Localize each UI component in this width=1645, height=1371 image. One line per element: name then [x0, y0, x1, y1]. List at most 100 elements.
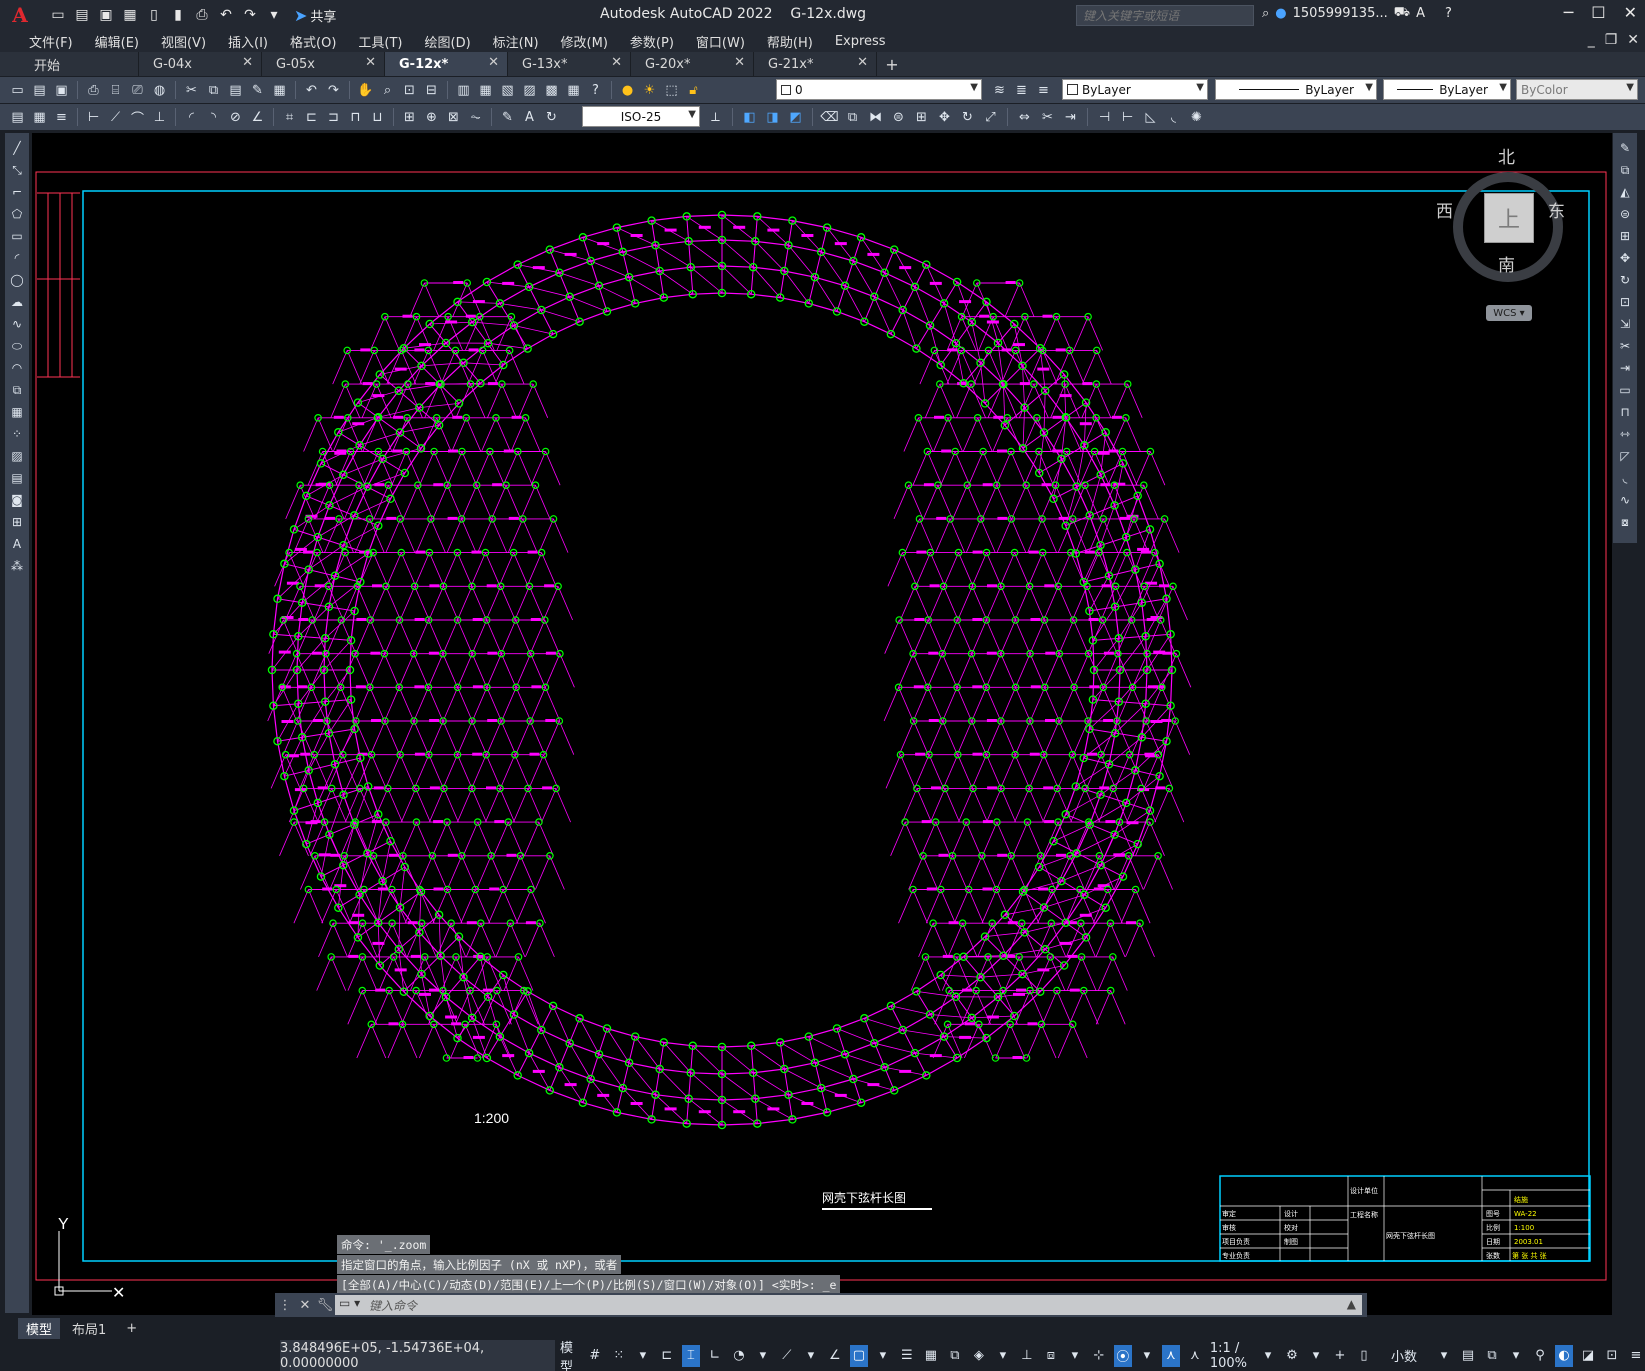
lineweight-dropdown[interactable]: ByLayer ▼ [1383, 79, 1511, 100]
mirror-icon[interactable]: ◭ [1616, 183, 1634, 201]
undo-icon[interactable]: ↶ [302, 81, 321, 100]
radius-dimension-icon[interactable]: ◜ [182, 108, 201, 127]
trim-icon[interactable]: ✂ [1038, 108, 1057, 127]
tab-g-21x[interactable]: G-21x* ✕ [754, 52, 877, 76]
maximize-icon[interactable]: ☐ [1591, 3, 1605, 22]
join-icon[interactable]: ⇿ [1616, 425, 1634, 443]
chamfer-icon[interactable]: ◺ [1141, 108, 1160, 127]
break-icon[interactable]: ⊓ [1616, 403, 1634, 421]
chevron-down-icon[interactable]: ▾ [1259, 1345, 1277, 1367]
menu-file[interactable]: 文件(F) [18, 32, 84, 51]
tolerance-icon[interactable]: ⊞ [400, 108, 419, 127]
add-layout-button[interactable]: + [118, 1320, 145, 1337]
arc-icon[interactable]: ◜ [8, 249, 26, 267]
qnew-icon[interactable]: ▭ [8, 81, 27, 100]
menu-tools[interactable]: 工具(T) [347, 32, 413, 51]
center-mark-icon[interactable]: ⊕ [422, 108, 441, 127]
layer-plot-icon[interactable]: ⬚ [662, 81, 681, 100]
gradient-icon[interactable]: ▤ [8, 469, 26, 487]
annotation-autoscale-icon[interactable]: ⋏ [1161, 1344, 1180, 1367]
save-to-web-icon[interactable]: ▮ [168, 5, 188, 25]
snap-icon[interactable]: ⁙ [610, 1345, 628, 1367]
minimize-icon[interactable]: ─ [1564, 3, 1574, 22]
customization-menu-icon[interactable]: ≡ [1627, 1345, 1645, 1367]
extend-icon[interactable]: ⇥ [1061, 108, 1080, 127]
command-history-arrow-icon[interactable]: ▲ [1347, 1297, 1356, 1311]
lineweight-icon[interactable]: ☰ [898, 1345, 916, 1367]
menu-insert[interactable]: 插入(I) [217, 32, 279, 51]
ellipse-arc-icon[interactable]: ◠ [8, 359, 26, 377]
linear-dimension-icon[interactable]: ⊢ [84, 108, 103, 127]
continue-dimension-icon[interactable]: ⊐ [324, 108, 343, 127]
selection-filter-icon[interactable]: ⧈ [1042, 1345, 1060, 1367]
units-value[interactable]: 小数 [1379, 1345, 1429, 1367]
menu-parametric[interactable]: 参数(P) [619, 32, 685, 51]
close-tab-icon[interactable]: ✕ [242, 55, 253, 70]
layer-previous-icon[interactable]: ≡ [1034, 81, 1053, 100]
ordinate-dimension-icon[interactable]: ⊥ [150, 108, 169, 127]
properties-icon[interactable]: ▥ [454, 81, 473, 100]
chevron-down-icon[interactable]: ▾ [1435, 1345, 1453, 1367]
tab-layout1[interactable]: 布局1 [64, 1318, 114, 1339]
move-icon[interactable]: ✥ [1616, 249, 1634, 267]
dimension-edit-icon[interactable]: ✎ [498, 108, 517, 127]
ortho-icon[interactable]: ∟ [706, 1345, 724, 1367]
quick-dimension-icon[interactable]: ⌗ [280, 108, 299, 127]
jogged-dimension-icon[interactable]: ◝ [204, 108, 223, 127]
model-space-button[interactable]: 模型 [556, 1341, 580, 1371]
app-exchange-icon[interactable]: A [1416, 6, 1425, 21]
offset-icon[interactable]: ⊜ [889, 108, 908, 127]
menu-modify[interactable]: 修改(M) [550, 32, 619, 51]
view-back-icon[interactable]: ◨ [763, 108, 782, 127]
doc-minimize-icon[interactable]: _ [1588, 32, 1595, 48]
annotation-scale-value[interactable]: 1:1 / 100% [1210, 1341, 1253, 1371]
layer-tool-icon-2[interactable]: ▦ [30, 108, 49, 127]
customize-icon[interactable]: 🔧︎ [315, 1298, 335, 1313]
help-icon[interactable]: ? [586, 81, 605, 100]
open-icon[interactable]: ▤ [30, 81, 49, 100]
plot-icon[interactable]: ⎙ [192, 5, 212, 25]
close-tab-icon[interactable]: ✕ [488, 55, 499, 70]
layer-thaw-icon[interactable]: ☀ [640, 81, 659, 100]
dimension-update-icon[interactable]: ↻ [542, 108, 561, 127]
command-prompt-icon[interactable]: ▭ ▾ [339, 1296, 360, 1310]
customize-qa-icon[interactable]: ▾ [264, 5, 284, 25]
scale-icon[interactable]: ⤢ [981, 108, 1000, 127]
table-icon[interactable]: ⊞ [8, 513, 26, 531]
region-icon[interactable]: ◙ [8, 491, 26, 509]
markup-icon[interactable]: ▩ [542, 81, 561, 100]
chevron-down-icon[interactable]: ▾ [1507, 1345, 1525, 1367]
isometric-drafting-icon[interactable]: ⟋ [778, 1345, 796, 1367]
save-as-icon[interactable]: ▦ [120, 5, 140, 25]
coordinate-readout[interactable]: 3.848496E+05, -1.54736E+04, 0.00000000 [280, 1340, 555, 1371]
design-center-icon[interactable]: ▦ [476, 81, 495, 100]
redo-icon[interactable]: ↷ [240, 5, 260, 25]
revision-cloud-icon[interactable]: ☁ [8, 293, 26, 311]
zoom-previous-icon[interactable]: ⊟ [422, 81, 441, 100]
explode-icon[interactable]: ✺ [1187, 108, 1206, 127]
dimension-space-icon[interactable]: ⊓ [346, 108, 365, 127]
rotate-icon[interactable]: ↻ [958, 108, 977, 127]
copy-object-icon[interactable]: ⧉ [843, 108, 862, 127]
object-snap-icon[interactable]: ▢ [849, 1344, 868, 1367]
tab-g-04x[interactable]: G-04x ✕ [139, 52, 262, 76]
fillet-icon[interactable]: ◟ [1164, 108, 1183, 127]
selection-cycling-icon[interactable]: ⧉ [946, 1345, 964, 1367]
array-icon[interactable]: ⊞ [912, 108, 931, 127]
chevron-down-icon[interactable]: ▾ [802, 1345, 820, 1367]
doc-restore-icon[interactable]: ❐ [1605, 32, 1618, 48]
circle-icon[interactable]: ◯ [8, 271, 26, 289]
grip-handle-icon[interactable]: ⋮ [275, 1298, 295, 1313]
graphics-performance-icon[interactable]: ◪ [1579, 1345, 1597, 1367]
user-name[interactable]: 1505999135... [1293, 6, 1388, 21]
3d-osnap-icon[interactable]: ◈ [970, 1345, 988, 1367]
tab-g-12x[interactable]: G-12x* ✕ [385, 52, 508, 76]
menu-edit[interactable]: 编辑(E) [84, 32, 150, 51]
plotstyle-dropdown[interactable]: ByColor ▼ [1516, 79, 1638, 100]
tool-palettes-icon[interactable]: ▧ [498, 81, 517, 100]
move-icon[interactable]: ✥ [935, 108, 954, 127]
search-input[interactable] [1076, 5, 1254, 26]
menu-window[interactable]: 窗口(W) [685, 32, 756, 51]
layer-lock-icon[interactable]: 🔓︎ [684, 81, 703, 100]
viewcube-top-face[interactable]: 上 [1484, 193, 1534, 243]
